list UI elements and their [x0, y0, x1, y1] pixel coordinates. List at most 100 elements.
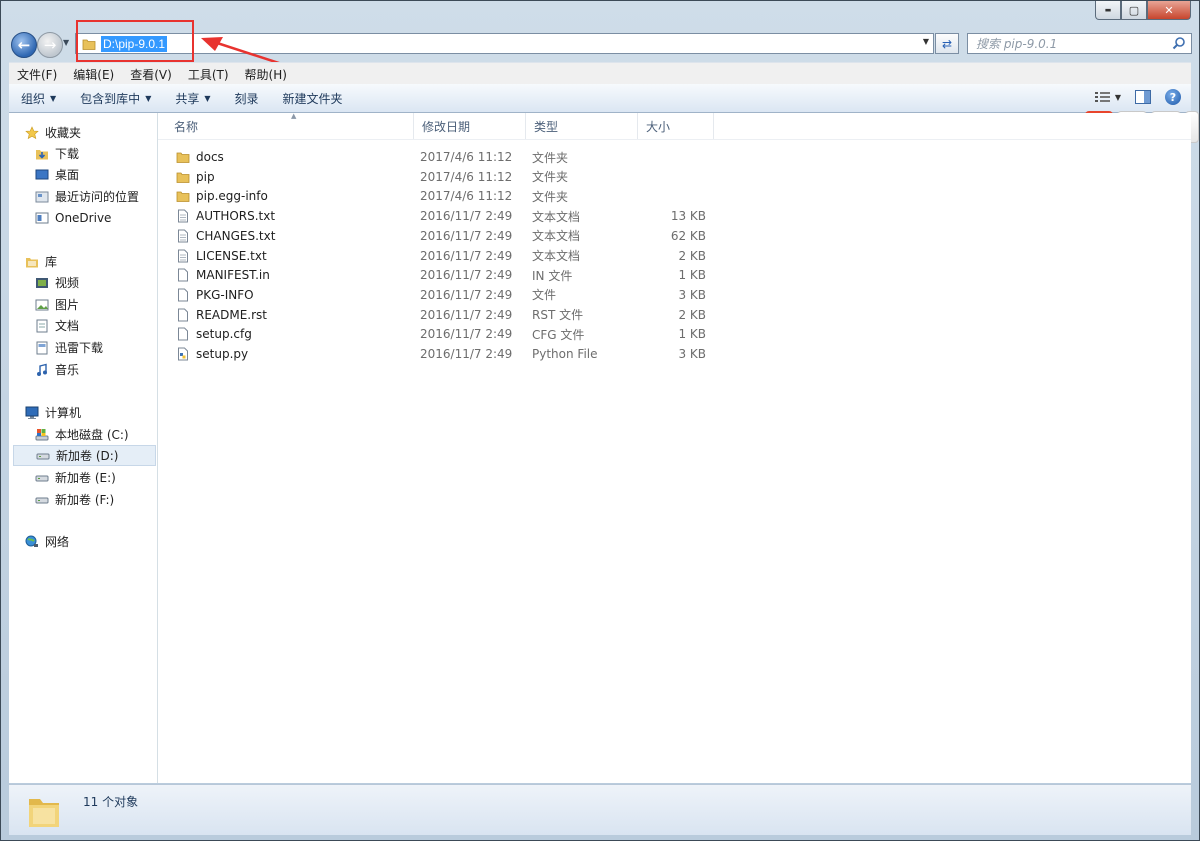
- caret-down-icon: ▼: [204, 93, 211, 103]
- column-type[interactable]: 类型: [526, 113, 638, 139]
- download-folder-icon: [36, 149, 48, 159]
- file-row[interactable]: CHANGES.txt 2016/11/7 2:49 文本文档 62 KB: [158, 226, 718, 246]
- file-date: 2017/4/6 11:12: [420, 169, 513, 184]
- file-name-cell[interactable]: PKG-INFO: [176, 285, 254, 305]
- file-name-cell[interactable]: docs: [176, 147, 224, 167]
- menu-tools[interactable]: 工具(T): [180, 66, 237, 83]
- file-date: 2017/4/6 11:12: [420, 189, 513, 204]
- file-name-cell[interactable]: setup.py: [176, 344, 248, 364]
- organize-button[interactable]: 组织 ▼: [9, 90, 68, 107]
- nav-network-label: 网络: [45, 535, 70, 549]
- column-size[interactable]: 大小: [638, 113, 714, 139]
- computer-icon: [25, 406, 39, 419]
- include-library-label: 包含到库中: [80, 91, 141, 106]
- file-name-cell[interactable]: LICENSE.txt: [176, 246, 267, 266]
- folder-icon: [176, 152, 190, 163]
- preview-pane-icon[interactable]: [1135, 90, 1151, 104]
- nav-music-label: 音乐: [55, 363, 80, 377]
- column-date[interactable]: 修改日期: [414, 113, 526, 139]
- file-size: 1 KB: [678, 327, 706, 342]
- nav-network[interactable]: 网络: [25, 531, 172, 552]
- file-name-cell[interactable]: README.rst: [176, 305, 267, 325]
- system-drive-icon: [35, 428, 49, 440]
- menu-bar: 文件(F) 编辑(E) 查看(V) 工具(T) 帮助(H): [9, 62, 1191, 85]
- nav-desktop-label: 桌面: [55, 168, 80, 182]
- nav-drive-d-label: 新加卷 (D:): [56, 449, 119, 463]
- explorer-window: ▬ ▢ ✕ ← → ▼ D:\pip-9.0.1 ▼ ⇄ 搜索 pip-9.0.…: [0, 0, 1200, 841]
- file-type: IN 文件: [532, 268, 573, 283]
- file-type: 文件: [532, 288, 557, 303]
- file-date: 2016/11/7 2:49: [420, 228, 513, 243]
- organize-label: 组织: [21, 91, 46, 106]
- file-name: setup.py: [196, 347, 249, 361]
- file-row[interactable]: pip.egg-info 2017/4/6 11:12 文件夹: [158, 186, 718, 206]
- nav-xunlei-label: 迅雷下载: [55, 341, 104, 355]
- file-icon: [178, 268, 188, 282]
- file-row[interactable]: setup.py 2016/11/7 2:49 Python File 3 KB: [158, 344, 718, 364]
- nav-favorites-label: 收藏夹: [45, 126, 82, 140]
- address-dropdown-icon[interactable]: ▼: [923, 37, 929, 46]
- file-row[interactable]: README.rst 2016/11/7 2:49 RST 文件 2 KB: [158, 305, 718, 325]
- file-name-cell[interactable]: pip: [176, 167, 215, 187]
- file-name-cell[interactable]: pip.egg-info: [176, 186, 268, 206]
- file-type: RST 文件: [532, 308, 584, 323]
- nav-recent-label: 最近访问的位置: [55, 190, 140, 204]
- back-button[interactable]: ←: [11, 32, 37, 58]
- nav-computer[interactable]: 计算机: [25, 402, 172, 423]
- file-name-cell[interactable]: CHANGES.txt: [176, 226, 275, 246]
- menu-edit[interactable]: 编辑(E): [65, 66, 122, 83]
- share-button[interactable]: 共享 ▼: [163, 90, 222, 107]
- file-row[interactable]: PKG-INFO 2016/11/7 2:49 文件 3 KB: [158, 285, 718, 305]
- help-icon[interactable]: ?: [1165, 89, 1181, 105]
- nav-documents-label: 文档: [55, 319, 80, 333]
- file-row[interactable]: pip 2017/4/6 11:12 文件夹: [158, 167, 718, 187]
- forward-button[interactable]: →: [37, 32, 63, 58]
- folder-large-icon: [29, 799, 59, 827]
- menu-view[interactable]: 查看(V): [122, 66, 180, 83]
- file-type: Python File: [532, 347, 598, 361]
- file-row[interactable]: LICENSE.txt 2016/11/7 2:49 文本文档 2 KB: [158, 246, 718, 266]
- caret-down-icon: ▼: [50, 93, 57, 103]
- recent-places-icon: [35, 191, 49, 202]
- recent-pages-button[interactable]: ▼: [63, 38, 69, 47]
- maximize-button[interactable]: ▢: [1121, 1, 1147, 20]
- onedrive-icon: [35, 212, 49, 223]
- file-size: 13 KB: [670, 209, 706, 224]
- burn-button[interactable]: 刻录: [223, 90, 271, 107]
- file-name-cell[interactable]: setup.cfg: [176, 324, 252, 344]
- window-controls: ▬ ▢ ✕: [1095, 1, 1191, 20]
- file-row[interactable]: MANIFEST.in 2016/11/7 2:49 IN 文件 1 KB: [158, 265, 718, 285]
- new-folder-button[interactable]: 新建文件夹: [271, 90, 355, 107]
- refresh-button[interactable]: ⇄: [935, 33, 959, 54]
- file-name-cell[interactable]: MANIFEST.in: [176, 265, 270, 285]
- library-icon: [26, 257, 38, 267]
- picture-icon: [35, 299, 49, 310]
- column-name[interactable]: 名称 ▲: [166, 112, 414, 139]
- change-view-button[interactable]: ▼: [1094, 91, 1121, 103]
- nav-drive-c-label: 本地磁盘 (C:): [55, 428, 129, 442]
- menu-file[interactable]: 文件(F): [9, 66, 65, 83]
- video-icon: [36, 277, 48, 288]
- nav-drive-f-label: 新加卷 (F:): [55, 493, 115, 507]
- nav-libraries-label: 库: [45, 255, 58, 269]
- minimize-button[interactable]: ▬: [1095, 1, 1121, 20]
- file-name-cell[interactable]: AUTHORS.txt: [176, 206, 275, 226]
- nav-favorites[interactable]: 收藏夹: [25, 122, 172, 143]
- nav-videos-label: 视频: [55, 276, 80, 290]
- caret-down-icon: ▼: [1114, 92, 1121, 102]
- file-name: AUTHORS.txt: [196, 209, 276, 224]
- nav-drive-d[interactable]: 新加卷 (D:): [13, 445, 156, 466]
- file-row[interactable]: setup.cfg 2016/11/7 2:49 CFG 文件 1 KB: [158, 324, 718, 344]
- include-library-button[interactable]: 包含到库中 ▼: [68, 90, 163, 107]
- file-row[interactable]: AUTHORS.txt 2016/11/7 2:49 文本文档 13 KB: [158, 206, 718, 226]
- menu-help[interactable]: 帮助(H): [237, 66, 295, 83]
- file-date: 2016/11/7 2:49: [420, 287, 513, 302]
- nav-libraries[interactable]: 库: [25, 251, 172, 272]
- search-input[interactable]: 搜索 pip-9.0.1: [967, 33, 1192, 54]
- file-row[interactable]: docs 2017/4/6 11:12 文件夹: [158, 147, 718, 167]
- arrow-right-icon: →: [43, 36, 57, 54]
- close-button[interactable]: ✕: [1147, 1, 1191, 20]
- search-icon[interactable]: [1172, 36, 1186, 50]
- file-size: 3 KB: [678, 287, 706, 302]
- file-size: [640, 147, 706, 167]
